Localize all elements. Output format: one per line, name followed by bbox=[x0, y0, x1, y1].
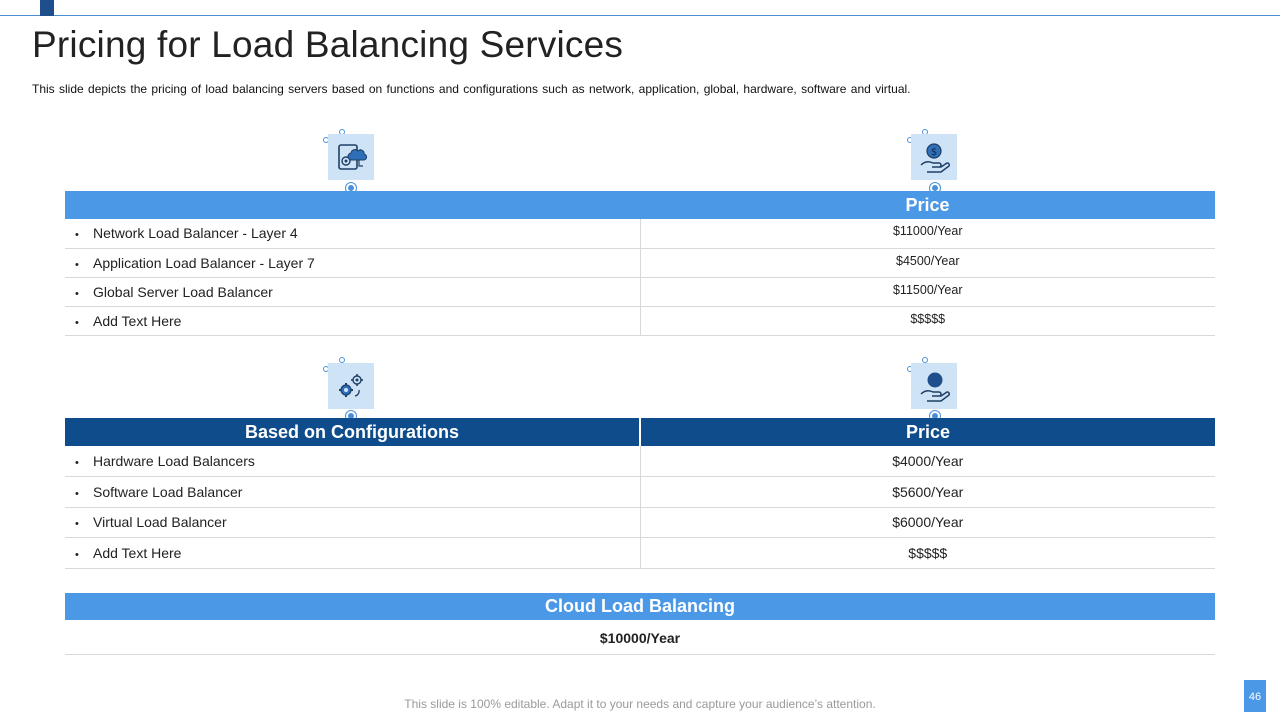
bullet-icon: • bbox=[75, 229, 79, 242]
row-label: Application Load Balancer - Layer 7 bbox=[93, 254, 315, 271]
table-row: • Add Text Here $$$$$ bbox=[65, 537, 1215, 569]
bullet-icon: • bbox=[75, 548, 79, 561]
bullet-icon: • bbox=[75, 457, 79, 469]
row-label: Add Text Here bbox=[93, 312, 182, 329]
configurations-pricing-table: Based on Configurations Price • Hardware … bbox=[65, 418, 1215, 569]
bullet-icon: • bbox=[75, 287, 79, 300]
table-row: • Network Load Balancer - Layer 4 $11000/… bbox=[65, 219, 1215, 249]
column-header-function bbox=[65, 191, 640, 219]
cloud-document-icon bbox=[328, 134, 374, 180]
row-price: $11500/Year bbox=[640, 277, 1215, 307]
row-label: Global Server Load Balancer bbox=[93, 283, 273, 300]
row-label: Network Load Balancer - Layer 4 bbox=[93, 225, 298, 242]
cloud-load-balancing-header: Cloud Load Balancing bbox=[65, 593, 1215, 620]
column-header-price: Price bbox=[640, 191, 1215, 219]
table-row: • Virtual Load Balancer $6000/Year bbox=[65, 507, 1215, 538]
table-header-row: Price bbox=[65, 191, 1215, 219]
slide-footer-note: This slide is 100% editable. Adapt it to… bbox=[404, 697, 876, 711]
gears-icon bbox=[328, 363, 374, 409]
row-label: Virtual Load Balancer bbox=[93, 514, 227, 531]
dollar-hand-icon: $ bbox=[911, 134, 957, 180]
row-price: $$$$$ bbox=[640, 537, 1215, 569]
coin-hand-icon bbox=[911, 363, 957, 409]
table-row: • Software Load Balancer $5600/Year bbox=[65, 476, 1215, 508]
table-row: • Application Load Balancer - Layer 7 $45… bbox=[65, 248, 1215, 278]
top-divider-line bbox=[0, 15, 1280, 16]
page-number: 46 bbox=[1244, 680, 1266, 712]
table-row: • Global Server Load Balancer $11500/Year bbox=[65, 277, 1215, 307]
bullet-icon: • bbox=[75, 258, 79, 271]
bullet-icon: • bbox=[75, 316, 79, 329]
svg-text:$: $ bbox=[931, 147, 937, 158]
row-label: Hardware Load Balancers bbox=[93, 453, 255, 469]
table-row: • Add Text Here $$$$$ bbox=[65, 306, 1215, 336]
bullet-icon: • bbox=[75, 518, 79, 531]
cloud-load-balancing-price: $10000/Year bbox=[65, 620, 1215, 655]
table-header-row: Based on Configurations Price bbox=[65, 418, 1215, 446]
row-price: $4000/Year bbox=[640, 446, 1215, 477]
row-price: $6000/Year bbox=[640, 507, 1215, 538]
functions-pricing-table: Price • Network Load Balancer - Layer 4 $… bbox=[65, 191, 1215, 336]
column-header-configurations: Based on Configurations bbox=[65, 418, 641, 446]
row-price: $4500/Year bbox=[640, 248, 1215, 278]
slide-subtitle: This slide depicts the pricing of load b… bbox=[32, 82, 911, 96]
row-price: $11000/Year bbox=[640, 219, 1215, 249]
row-label: Add Text Here bbox=[93, 544, 182, 561]
table-row: • Hardware Load Balancers $4000/Year bbox=[65, 446, 1215, 477]
row-price: $5600/Year bbox=[640, 476, 1215, 508]
top-accent-bar bbox=[40, 0, 54, 16]
row-price: $$$$$ bbox=[640, 306, 1215, 336]
row-label: Software Load Balancer bbox=[93, 483, 243, 500]
slide-title: Pricing for Load Balancing Services bbox=[32, 24, 624, 65]
bullet-icon: • bbox=[75, 487, 79, 500]
column-header-price: Price bbox=[640, 418, 1215, 446]
